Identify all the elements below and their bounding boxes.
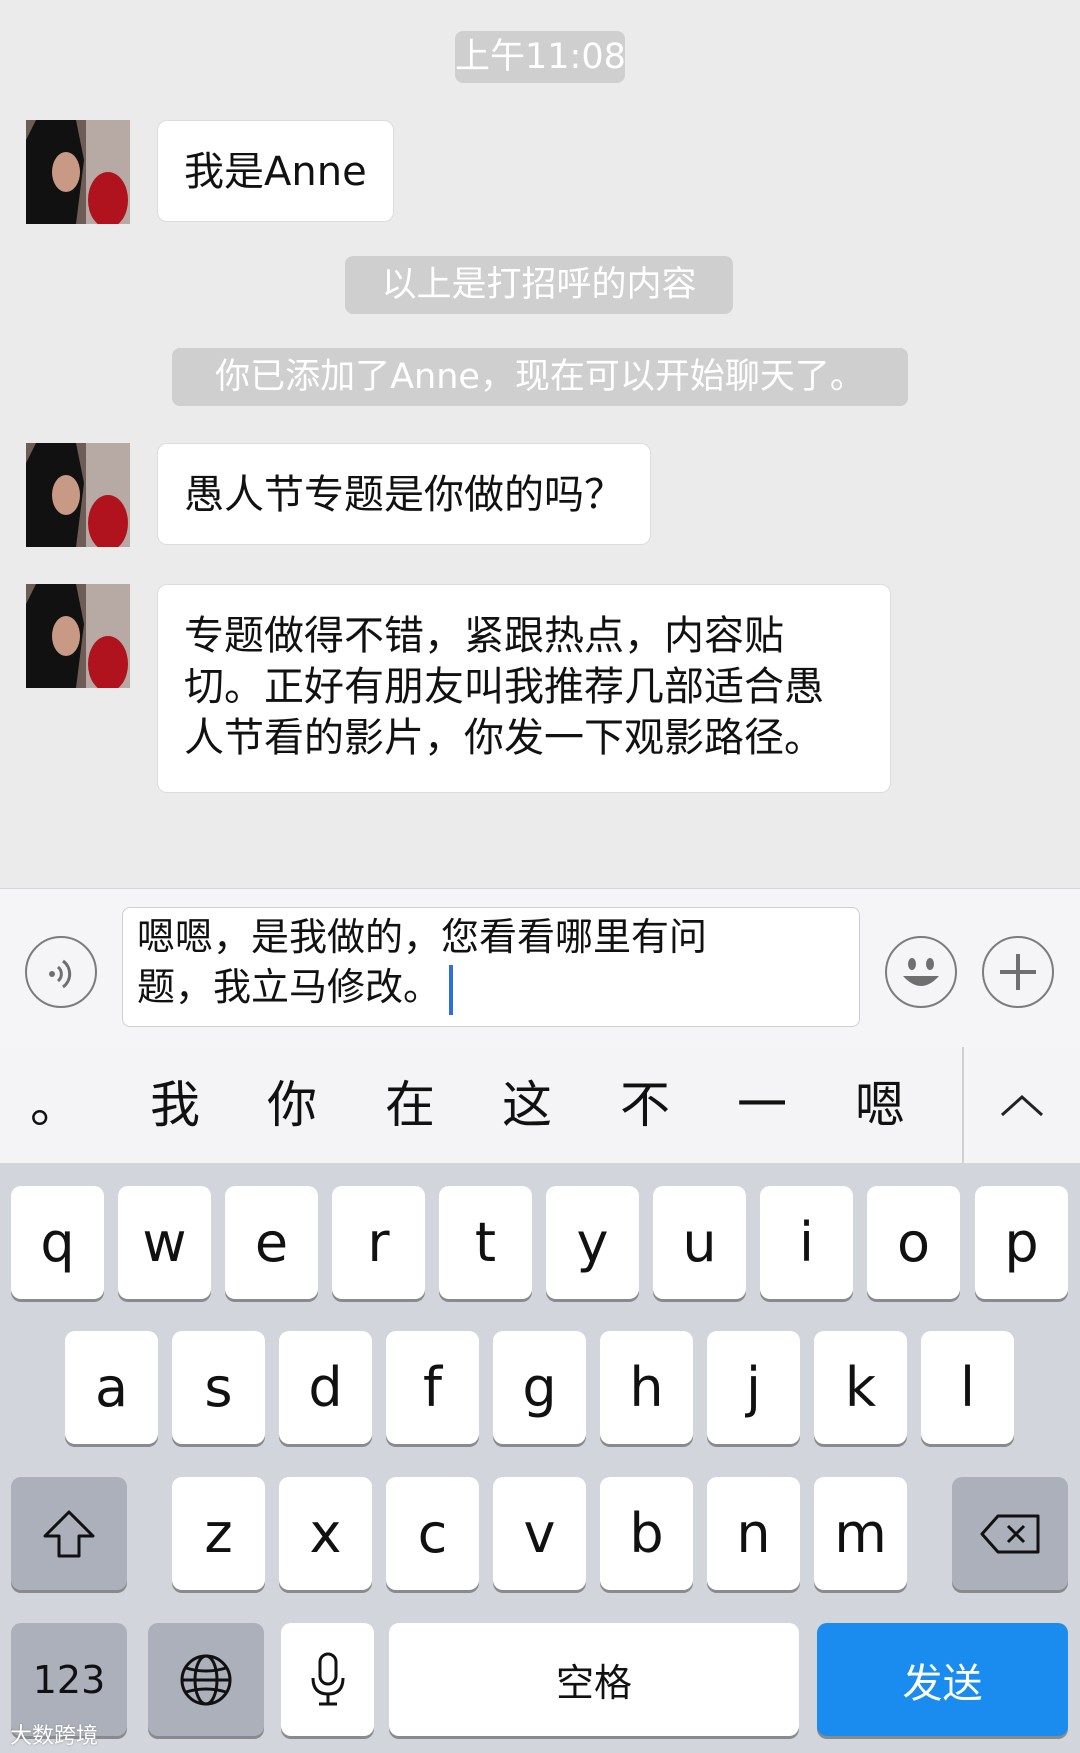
- more-button[interactable]: [982, 936, 1054, 1008]
- key-z[interactable]: z: [172, 1477, 265, 1590]
- candidate-word[interactable]: 我: [120, 1047, 230, 1163]
- message-line: 专题做得不错，紧跟热点，内容贴: [184, 613, 784, 659]
- message-bubble[interactable]: 愚人节专题是你做的吗？: [157, 443, 651, 545]
- message-line: 人节看的影片，你发一下观影路径。: [184, 715, 824, 761]
- keyboard: q w e r t y u i o p a s d f g h j k l z …: [0, 1163, 1080, 1753]
- input-line: 题，我立马修改。: [137, 965, 442, 1009]
- timestamp: 上午11:08: [455, 31, 626, 83]
- key-d[interactable]: d: [279, 1331, 372, 1444]
- candidate-word[interactable]: 嗯: [825, 1047, 935, 1163]
- key-k[interactable]: k: [814, 1331, 907, 1444]
- message-input[interactable]: 嗯嗯，是我做的，您看看哪里有问 题，我立马修改。: [122, 907, 860, 1027]
- key-j[interactable]: j: [707, 1331, 800, 1444]
- microphone-key[interactable]: [281, 1623, 374, 1736]
- system-notice: 以上是打招呼的内容: [345, 256, 733, 314]
- avatar[interactable]: [26, 120, 130, 224]
- key-t[interactable]: t: [439, 1186, 532, 1299]
- voice-button[interactable]: [25, 936, 97, 1008]
- key-h[interactable]: h: [600, 1331, 693, 1444]
- message-bubble[interactable]: 我是Anne: [157, 120, 394, 222]
- input-bar: 嗯嗯，是我做的，您看看哪里有问 题，我立马修改。: [0, 888, 1080, 1048]
- key-i[interactable]: i: [760, 1186, 853, 1299]
- key-r[interactable]: r: [332, 1186, 425, 1299]
- key-w[interactable]: w: [118, 1186, 211, 1299]
- candidate-word[interactable]: 你: [237, 1047, 347, 1163]
- globe-icon: [180, 1654, 232, 1705]
- emoji-button[interactable]: [885, 936, 957, 1008]
- candidate-word[interactable]: 在: [355, 1047, 465, 1163]
- avatar[interactable]: [26, 584, 130, 688]
- key-b[interactable]: b: [600, 1477, 693, 1590]
- key-p[interactable]: p: [975, 1186, 1068, 1299]
- key-l[interactable]: l: [921, 1331, 1014, 1444]
- key-u[interactable]: u: [653, 1186, 746, 1299]
- candidate-word[interactable]: 不: [590, 1047, 700, 1163]
- send-button[interactable]: 发送: [817, 1623, 1068, 1736]
- space-key[interactable]: 空格: [389, 1623, 799, 1736]
- candidate-word[interactable]: 。: [0, 1047, 110, 1163]
- key-y[interactable]: y: [546, 1186, 639, 1299]
- key-f[interactable]: f: [386, 1331, 479, 1444]
- emoji-icon: [903, 958, 939, 986]
- shift-icon: [43, 1510, 95, 1557]
- candidate-word[interactable]: 一: [707, 1047, 817, 1163]
- candidate-expand-button[interactable]: [964, 1047, 1080, 1163]
- key-o[interactable]: o: [867, 1186, 960, 1299]
- key-e[interactable]: e: [225, 1186, 318, 1299]
- candidate-bar: 。 我 你 在 这 不 一 嗯: [0, 1047, 1080, 1163]
- shift-key[interactable]: [11, 1477, 127, 1590]
- key-g[interactable]: g: [493, 1331, 586, 1444]
- key-a[interactable]: a: [65, 1331, 158, 1444]
- key-x[interactable]: x: [279, 1477, 372, 1590]
- chat-area[interactable]: 上午11:08 我是Anne 以上是打招呼的内容 你已添加了Anne，现在可以开…: [0, 0, 1080, 888]
- key-s[interactable]: s: [172, 1331, 265, 1444]
- key-q[interactable]: q: [11, 1186, 104, 1299]
- avatar[interactable]: [26, 443, 130, 547]
- input-line: 嗯嗯，是我做的，您看看哪里有问: [137, 915, 708, 959]
- key-c[interactable]: c: [386, 1477, 479, 1590]
- microphone-icon: [311, 1652, 344, 1705]
- chevron-up-icon: [1000, 1094, 1044, 1117]
- system-notice: 你已添加了Anne，现在可以开始聊天了。: [172, 348, 908, 406]
- watermark: 大数跨境: [10, 1724, 99, 1749]
- plus-icon: [1000, 954, 1036, 990]
- voice-icon: [49, 959, 72, 989]
- message-line: 切。正好有朋友叫我推荐几部适合愚: [184, 664, 824, 710]
- delete-key[interactable]: [952, 1477, 1068, 1590]
- candidate-word[interactable]: 这: [472, 1047, 582, 1163]
- key-v[interactable]: v: [493, 1477, 586, 1590]
- message-bubble[interactable]: 专题做得不错，紧跟热点，内容贴 切。正好有朋友叫我推荐几部适合愚 人节看的影片，…: [157, 584, 891, 793]
- key-n[interactable]: n: [707, 1477, 800, 1590]
- text-caret: [449, 964, 454, 1015]
- key-m[interactable]: m: [814, 1477, 907, 1590]
- globe-key[interactable]: [148, 1623, 264, 1736]
- delete-icon: [980, 1514, 1040, 1553]
